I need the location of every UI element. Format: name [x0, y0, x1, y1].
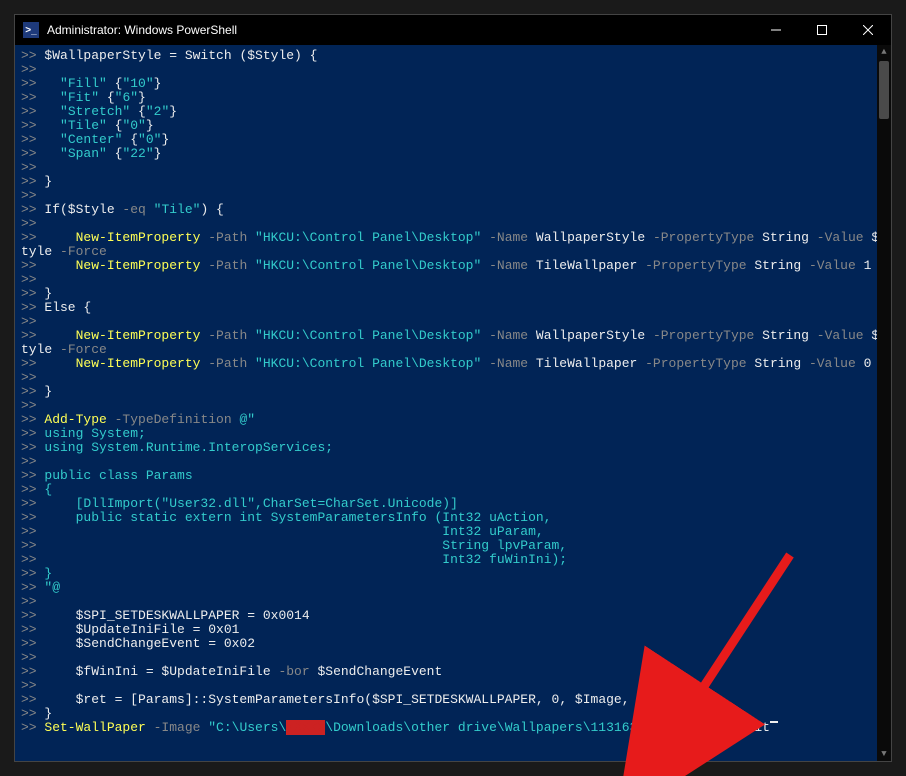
maximize-icon — [817, 25, 827, 35]
close-icon — [863, 25, 873, 35]
scroll-thumb[interactable] — [879, 61, 889, 119]
scrollbar[interactable]: ▲ ▼ — [877, 45, 891, 761]
terminal-content: >> $WallpaperStyle = Switch ($Style) {>>… — [21, 49, 885, 735]
window-title: Administrator: Windows PowerShell — [47, 23, 237, 37]
scroll-up-button[interactable]: ▲ — [877, 45, 891, 59]
minimize-button[interactable] — [753, 15, 799, 45]
powershell-icon: >_ — [23, 22, 39, 38]
titlebar[interactable]: >_ Administrator: Windows PowerShell — [15, 15, 891, 45]
minimize-icon — [771, 25, 781, 35]
scroll-down-button[interactable]: ▼ — [877, 747, 891, 761]
maximize-button[interactable] — [799, 15, 845, 45]
powershell-window: >_ Administrator: Windows PowerShell >> … — [14, 14, 892, 762]
terminal-viewport[interactable]: >> $WallpaperStyle = Switch ($Style) {>>… — [15, 45, 891, 761]
close-button[interactable] — [845, 15, 891, 45]
